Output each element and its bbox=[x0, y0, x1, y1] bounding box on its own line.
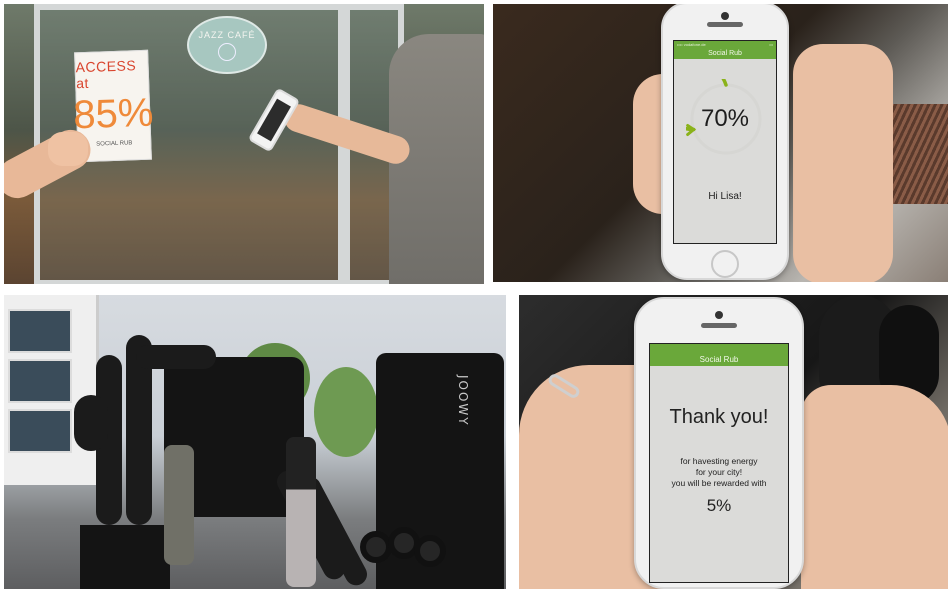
phone-camera bbox=[715, 311, 723, 319]
tree bbox=[314, 367, 378, 457]
sculpture-coil bbox=[360, 531, 392, 563]
phone-camera bbox=[721, 12, 729, 20]
carrier-text: •••• vodafone.de bbox=[677, 42, 706, 47]
sculpture-loop bbox=[74, 395, 108, 451]
sign-brand: SOCIAL RUB bbox=[96, 140, 133, 148]
photo-cafe-window: JAZZ CAFÉ ACCESS at 85% SOCIAL RUB bbox=[4, 4, 484, 284]
photo-sculpture-park: JOOWY bbox=[4, 295, 506, 589]
phone-screen: Social Rub Thank you! for havesting ener… bbox=[649, 343, 789, 583]
left-hand bbox=[48, 132, 88, 166]
sign-line-access: ACCESS at bbox=[75, 57, 137, 92]
photo-phone-progress: •••• vodafone.de ▭ Social Rub 70% Hi Lis… bbox=[493, 4, 948, 282]
home-button bbox=[711, 250, 739, 278]
photo-phone-thankyou: Social Rub Thank you! for havesting ener… bbox=[519, 295, 948, 589]
thankyou-line-3: you will be rewarded with bbox=[671, 478, 767, 488]
person-striped-pants bbox=[286, 437, 316, 587]
app-title: Social Rub bbox=[699, 355, 739, 364]
progress-percent: 70% bbox=[700, 105, 750, 132]
cafe-logo: JAZZ CAFÉ bbox=[187, 16, 267, 74]
thankyou-line-1: for havesting energy bbox=[680, 456, 758, 466]
building-window bbox=[8, 309, 72, 353]
battery-icon: ▭ bbox=[769, 42, 773, 47]
thankyou-line-2: for your city! bbox=[695, 467, 743, 477]
graffiti-tag: JOOWY bbox=[456, 375, 470, 427]
thankyou-title: Thank you! bbox=[669, 406, 769, 428]
app-header: Social Rub bbox=[650, 344, 788, 366]
status-bar: •••• vodafone.de ▭ bbox=[677, 42, 773, 47]
app-title: Social Rub bbox=[708, 50, 742, 57]
person-girl bbox=[164, 445, 194, 565]
sculpture-base bbox=[80, 525, 170, 589]
building-window bbox=[8, 409, 72, 453]
smartphone: •••• vodafone.de ▭ Social Rub 70% Hi Lis… bbox=[661, 4, 789, 280]
holding-hand-right bbox=[793, 44, 893, 282]
holding-hand-right bbox=[801, 385, 948, 589]
sculpture-pipe bbox=[136, 345, 216, 369]
phone-screen: •••• vodafone.de ▭ Social Rub 70% Hi Lis… bbox=[673, 40, 777, 244]
sign-percent: 85% bbox=[72, 90, 155, 138]
phone-speaker bbox=[701, 323, 737, 328]
building-window bbox=[8, 359, 72, 403]
app-header: •••• vodafone.de ▭ Social Rub bbox=[674, 41, 776, 59]
building-left bbox=[4, 295, 99, 485]
smartphone: Social Rub Thank you! for havesting ener… bbox=[634, 297, 804, 589]
reward-percent: 5% bbox=[706, 496, 732, 515]
sculpture-coil bbox=[414, 535, 446, 567]
phone-speaker bbox=[707, 22, 743, 27]
cafe-name: JAZZ CAFÉ bbox=[198, 29, 256, 40]
greeting-text: Hi Lisa! bbox=[708, 191, 742, 202]
cafe-seal-icon bbox=[218, 42, 236, 61]
